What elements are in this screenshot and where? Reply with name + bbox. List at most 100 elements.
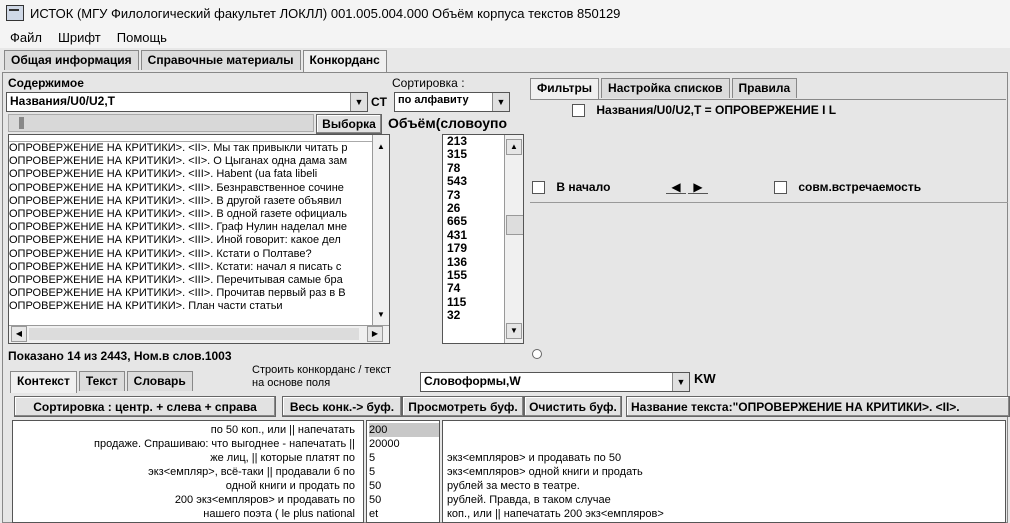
volumes-list[interactable]: 213 315 78 543 73 26 665 431 179 136 155 74 115 32 ▲ … xyxy=(442,134,524,344)
tab-concordance[interactable]: Конкорданс xyxy=(302,50,387,72)
filter-checkbox[interactable] xyxy=(572,104,585,118)
volume-value[interactable]: 665 xyxy=(447,215,503,229)
chevron-down-icon[interactable]: ▼ xyxy=(350,93,367,111)
sort-select[interactable]: по алфавиту ▼ xyxy=(394,92,510,112)
filter-text: Названия/U0/U2,T = ОПРОВЕРЖЕНИЕ I L xyxy=(596,103,837,117)
radio-button[interactable] xyxy=(532,349,542,359)
volume-value[interactable]: 73 xyxy=(447,188,503,202)
list-item[interactable]: ОПРОВЕРЖЕНИЕ НА КРИТИКИ>. <III>. Habent … xyxy=(9,168,367,181)
menu-font[interactable]: Шрифт xyxy=(58,30,101,45)
left-context-list[interactable]: по 50 коп., или || напечатать продаже. Сп… xyxy=(12,420,364,523)
tab-dictionary[interactable]: Словарь xyxy=(126,371,193,391)
left-context-row[interactable]: 200 экз<емпляров> и продавать по xyxy=(13,493,355,507)
volume-value[interactable]: 136 xyxy=(447,255,503,269)
arrow-left-icon[interactable]: ◀ xyxy=(666,180,686,194)
keyword-row[interactable]: 50 xyxy=(369,493,439,507)
volume-value[interactable]: 155 xyxy=(447,268,503,282)
left-context-row[interactable]: нашего поэта ( le plus national xyxy=(13,507,355,521)
to-start-row[interactable]: В начало xyxy=(532,180,611,195)
chevron-down-icon[interactable]: ▼ xyxy=(672,373,689,391)
volume-value[interactable]: 543 xyxy=(447,174,503,188)
list-item[interactable]: ОПРОВЕРЖЕНИЕ НА КРИТИКИ>. <III>. Кстати … xyxy=(9,248,367,261)
cooccurrence-checkbox[interactable] xyxy=(774,181,787,195)
tab-general-info[interactable]: Общая информация xyxy=(4,50,139,70)
filter-row[interactable]: Названия/U0/U2,T = ОПРОВЕРЖЕНИЕ I L xyxy=(572,103,837,118)
list-item[interactable]: ОПРОВЕРЖЕНИЕ НА КРИТИКИ>. <II>. Мы так п… xyxy=(9,142,367,155)
volume-value[interactable]: 315 xyxy=(447,147,503,161)
tab-list-settings[interactable]: Настройка списков xyxy=(601,78,730,98)
left-context-row[interactable]: одной книги и продать по xyxy=(13,479,355,493)
left-context-row[interactable]: продаже. Спрашиваю: что выгоднее - напеч… xyxy=(13,437,355,451)
titles-hscrollbar[interactable]: ◀ ▶ xyxy=(9,325,389,343)
left-context-row[interactable]: по 50 коп., или || напечатать xyxy=(13,423,355,437)
keyword-row[interactable]: 50 xyxy=(369,479,439,493)
volume-value[interactable]: 26 xyxy=(447,201,503,215)
right-context-row[interactable]: экз<емпляров> и продавать по 50 xyxy=(447,451,1005,465)
titles-vscrollbar[interactable]: ▲ ▼ xyxy=(372,135,389,327)
chevron-down-icon[interactable]: ▼ xyxy=(492,93,509,111)
content-select[interactable]: Названия/U0/U2,T ▼ xyxy=(6,92,368,112)
left-context-row[interactable]: экз<емпляр>, всё-таки || продавали б по xyxy=(13,465,355,479)
right-tabs: Фильтры Настройка списков Правила xyxy=(530,78,799,100)
tab-rules[interactable]: Правила xyxy=(731,78,798,98)
list-item[interactable]: ОПРОВЕРЖЕНИЕ НА КРИТИКИ>. План части ста… xyxy=(9,300,367,313)
list-item[interactable]: ОПРОВЕРЖЕНИЕ НА КРИТИКИ>. <III>. Иной го… xyxy=(9,234,367,247)
scroll-left-icon[interactable]: ◀ xyxy=(11,326,27,342)
titles-list[interactable]: ОПРОВЕРЖЕНИЕ НА КРИТИКИ>. <II>. Мы так п… xyxy=(8,134,390,344)
volume-value[interactable]: 115 xyxy=(447,295,503,309)
volume-value[interactable]: 74 xyxy=(447,282,503,296)
arrow-right-icon[interactable]: ▶ xyxy=(688,180,708,194)
volume-value[interactable]: 213 xyxy=(447,135,503,148)
list-item[interactable]: ОПРОВЕРЖЕНИЕ НА КРИТИКИ>. <III>. В одной… xyxy=(9,208,367,221)
scroll-down-icon[interactable]: ▼ xyxy=(506,323,522,339)
keyword-row[interactable]: 5 xyxy=(369,451,439,465)
right-context-row[interactable]: рублей за место в театре. xyxy=(447,479,1005,493)
list-item[interactable]: ОПРОВЕРЖЕНИЕ НА КРИТИКИ>. <III>. В друго… xyxy=(9,195,367,208)
right-context-row[interactable]: коп., или || напечатать 200 экз<емпляров… xyxy=(447,507,1005,521)
all-to-buffer-button[interactable]: Весь конк.-> буф. xyxy=(282,396,402,417)
list-item[interactable]: ОПРОВЕРЖЕНИЕ НА КРИТИКИ>. <III>. Граф Ну… xyxy=(9,221,367,234)
list-item[interactable]: ОПРОВЕРЖЕНИЕ НА КРИТИКИ>. <III>. Кстати:… xyxy=(9,261,367,274)
volume-value[interactable]: 32 xyxy=(447,308,503,322)
menu-file[interactable]: Файл xyxy=(10,30,42,45)
scroll-up-icon[interactable]: ▲ xyxy=(373,139,389,155)
volume-value[interactable]: 431 xyxy=(447,228,503,242)
list-item[interactable]: ОПРОВЕРЖЕНИЕ НА КРИТИКИ>. <III>. Перечит… xyxy=(9,274,367,287)
kw-label: KW xyxy=(694,371,716,386)
view-buffer-button[interactable]: Просмотреть буф. xyxy=(402,396,524,417)
menu-help[interactable]: Помощь xyxy=(117,30,167,45)
keyword-row[interactable]: 5 xyxy=(369,465,439,479)
volumes-scroll-thumb[interactable] xyxy=(506,215,523,235)
to-start-label: В начало xyxy=(556,180,611,194)
right-context-list[interactable]: экз<емпляров> и продавать по 50 экз<емпля… xyxy=(442,420,1006,523)
list-item[interactable]: ОПРОВЕРЖЕНИЕ НА КРИТИКИ>. <II>. О Цыгана… xyxy=(9,155,367,168)
volume-value[interactable]: 78 xyxy=(447,161,503,175)
volume-value[interactable]: 179 xyxy=(447,241,503,255)
clear-buffer-button[interactable]: Очистить буф. xyxy=(524,396,622,417)
scroll-down-icon[interactable]: ▼ xyxy=(373,307,389,323)
tab-filters[interactable]: Фильтры xyxy=(530,78,600,100)
volumes-vscrollbar[interactable]: ▲ ▼ xyxy=(504,135,523,343)
tab-text[interactable]: Текст xyxy=(78,371,125,391)
left-context-row[interactable]: же лиц, || которые платят по xyxy=(13,451,355,465)
scroll-right-icon[interactable]: ▶ xyxy=(367,326,383,342)
keyword-list[interactable]: 200 20000 5 5 50 50 et xyxy=(366,420,440,523)
to-start-checkbox[interactable] xyxy=(532,181,545,195)
list-item[interactable]: ОПРОВЕРЖЕНИЕ НА КРИТИКИ>. <III>. Прочита… xyxy=(9,287,367,300)
keyword-row[interactable]: 200 xyxy=(369,423,439,437)
right-context-row[interactable]: экз<емпляров> одной книги и продать xyxy=(447,465,1005,479)
bottom-tabs: Контекст Текст Словарь xyxy=(10,371,195,393)
cooccurrence-row[interactable]: совм.встречаемость xyxy=(774,180,921,195)
sort-order-button[interactable]: Сортировка : центр. + слева + справа xyxy=(14,396,276,417)
tab-reference[interactable]: Справочные материалы xyxy=(140,50,301,70)
field-select[interactable]: Словоформы,W ▼ xyxy=(420,372,690,392)
tab-context[interactable]: Контекст xyxy=(10,371,77,393)
list-item[interactable]: ОПРОВЕРЖЕНИЕ НА КРИТИКИ>. <III>. Безнрав… xyxy=(9,182,367,195)
hscroll-thumb[interactable] xyxy=(29,328,359,340)
scroll-up-icon[interactable]: ▲ xyxy=(506,139,522,155)
status-text: Показано 14 из 2443, Ном.в слов.1003 xyxy=(8,349,232,363)
right-context-row[interactable]: рублей. Правда, в таком случае xyxy=(447,493,1005,507)
keyword-row[interactable]: et xyxy=(369,507,439,521)
keyword-row[interactable]: 20000 xyxy=(369,437,439,451)
selection-button[interactable]: Выборка xyxy=(316,114,382,134)
